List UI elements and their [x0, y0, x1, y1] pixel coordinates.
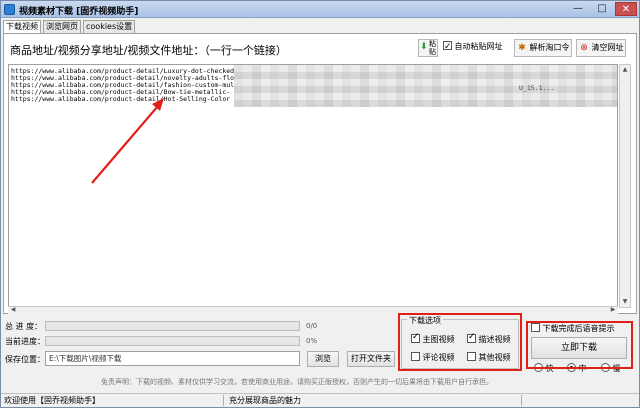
tab-cookies-settings[interactable]: cookies设置	[83, 20, 136, 34]
total-progress-text: 0/0	[306, 322, 318, 330]
download-highlight-box	[526, 321, 633, 369]
parse-taokouling-label: 解析淘口令	[529, 43, 570, 52]
minimize-button[interactable]: —	[567, 2, 589, 16]
download-panel: 商品地址/视频分享地址/视频文件地址：（一行一个链接） ⬇ 粘 贴 自动粘贴网址…	[3, 33, 637, 314]
options-highlight-box	[398, 313, 522, 371]
tools-icon: ✱	[518, 43, 526, 53]
url-input-label: 商品地址/视频分享地址/视频文件地址：（一行一个链接）	[10, 44, 287, 57]
paste-button[interactable]: ⬇ 粘 贴	[418, 39, 438, 57]
status-welcome: 欢迎使用【固乔视频助手】	[4, 396, 100, 405]
disclaimer-text: 免责声明：下载的视频、素材仅供学习交流，若使用商业用途，请购买正版授权，否则产生…	[101, 378, 493, 386]
clear-urls-button[interactable]: ⊗ 清空网址	[576, 39, 626, 57]
app-icon	[4, 4, 15, 15]
current-progress-bar	[45, 336, 300, 346]
clear-urls-label: 清空网址	[591, 43, 624, 52]
total-progress-label: 总 进 度：	[5, 322, 43, 331]
paste-label-2: 贴	[429, 48, 436, 56]
title-bar[interactable]: 视频素材下载 [固乔视频助手] — □ ✕	[1, 1, 639, 18]
window-title: 视频素材下载 [固乔视频助手]	[19, 7, 139, 17]
scroll-up-icon[interactable]: ▲	[620, 65, 630, 75]
current-progress-text: 0%	[306, 337, 318, 345]
scroll-left-icon[interactable]: ◀	[8, 305, 18, 315]
tab-browse-web[interactable]: 浏览网页	[43, 20, 81, 34]
auto-paste-checkbox[interactable]	[443, 39, 452, 55]
url-line: https://www.alibaba.com/product-detail/H…	[11, 95, 231, 103]
scroll-down-icon[interactable]: ▼	[620, 297, 630, 307]
url-tail-text: U_15.1...	[519, 84, 555, 92]
status-separator	[521, 395, 522, 406]
close-button[interactable]: ✕	[615, 2, 637, 16]
app-window: 视频素材下载 [固乔视频助手] — □ ✕ 下载视频 浏览网页 cookies设…	[0, 0, 640, 408]
current-progress-label: 当前进度：	[5, 337, 45, 346]
url-textarea[interactable]: https://www.alibaba.com/product-detail/L…	[8, 64, 618, 308]
scroll-right-icon[interactable]: ▶	[608, 305, 618, 315]
status-tagline: 充分展现商品的魅力	[229, 396, 301, 405]
paste-label: 粘	[429, 40, 436, 48]
parse-taokouling-button[interactable]: ✱ 解析淘口令	[514, 39, 572, 57]
horizontal-scrollbar[interactable]: ◀ ▶	[8, 306, 618, 314]
clear-icon: ⊗	[580, 43, 588, 53]
status-separator	[223, 395, 224, 406]
vertical-scrollbar[interactable]: ▲ ▼	[619, 64, 631, 308]
open-folder-button[interactable]: 打开文件夹	[347, 351, 395, 367]
status-bar: 欢迎使用【固乔视频助手】 充分展现商品的魅力	[1, 393, 639, 407]
download-arrow-icon: ⬇	[420, 42, 428, 52]
browse-button[interactable]: 浏览	[307, 351, 339, 367]
auto-paste-label: 自动粘贴网址	[454, 42, 503, 51]
save-path-input[interactable]: E:\下载图片\视频下载	[45, 351, 300, 366]
redacted-mosaic-overlay	[234, 65, 617, 107]
maximize-button[interactable]: □	[591, 2, 613, 16]
total-progress-bar	[45, 321, 300, 331]
save-location-label: 保存位置：	[5, 355, 45, 364]
auto-paste-toggle[interactable]: 自动粘贴网址	[441, 39, 509, 57]
